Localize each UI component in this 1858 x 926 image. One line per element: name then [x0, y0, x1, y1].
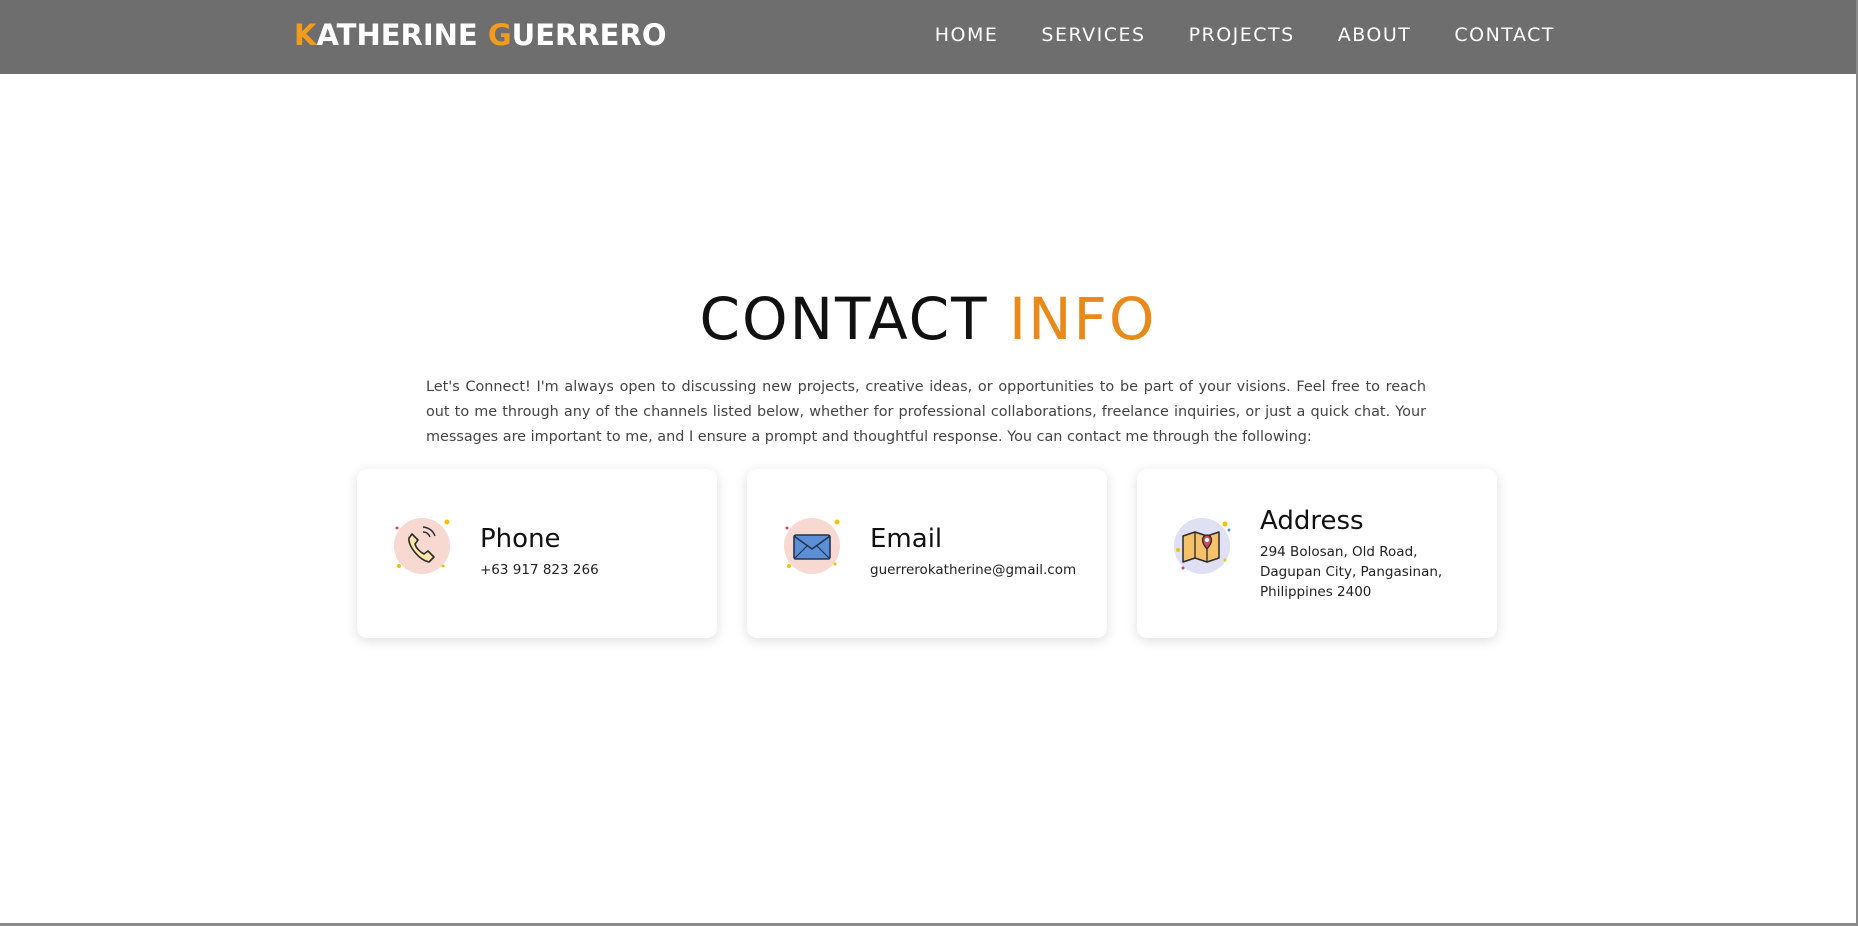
envelope-icon [783, 516, 845, 578]
brand-logo[interactable]: KATHERINE GUERRERO [294, 18, 666, 52]
brand-first-rest: ATHERINE [316, 18, 488, 52]
section-title: CONTACT INFO [0, 285, 1856, 353]
email-address[interactable]: guerrerokatherine@gmail.com [870, 560, 1076, 580]
intro-paragraph: Let's Connect! I'm always open to discus… [426, 379, 1426, 445]
address-text: 294 Bolosan, Old Road, Dagupan City, Pan… [1260, 542, 1442, 602]
section-title-main: CONTACT [699, 285, 989, 353]
contact-card-phone: Phone +63 917 823 266 [357, 469, 717, 638]
contact-card-title: Phone [480, 524, 561, 554]
contact-card-address: Address 294 Bolosan, Old Road, Dagupan C… [1137, 469, 1497, 638]
map-pin-icon [1173, 516, 1235, 578]
nav-link-projects[interactable]: PROJECTS [1189, 24, 1295, 46]
brand-first-initial: K [294, 18, 317, 52]
phone-icon [393, 516, 455, 578]
contact-card-email-text: Email guerrerokatherine@gmail.com [870, 524, 1076, 580]
address-line: 294 Bolosan, Old Road, [1260, 544, 1418, 560]
brand-last-rest: UERRERO [511, 18, 667, 52]
navbar: KATHERINE GUERRERO HOME SERVICES PROJECT… [0, 0, 1856, 74]
address-line: Dagupan City, Pangasinan, [1260, 564, 1443, 580]
contact-card-address-text: Address 294 Bolosan, Old Road, Dagupan C… [1260, 506, 1442, 602]
contact-card-email: Email guerrerokatherine@gmail.com [747, 469, 1107, 638]
contact-card-phone-text: Phone +63 917 823 266 [480, 524, 599, 580]
main-nav: HOME SERVICES PROJECTS ABOUT CONTACT [935, 24, 1555, 46]
nav-link-about[interactable]: ABOUT [1338, 24, 1412, 46]
section-title-accent: INFO [1008, 285, 1157, 353]
nav-link-home[interactable]: HOME [935, 24, 999, 46]
address-line: Philippines 2400 [1260, 584, 1372, 600]
page: KATHERINE GUERRERO HOME SERVICES PROJECT… [0, 0, 1858, 926]
contact-card-title: Email [870, 524, 943, 554]
brand-last-initial: G [487, 18, 512, 52]
nav-link-contact[interactable]: CONTACT [1454, 24, 1555, 46]
nav-link-services[interactable]: SERVICES [1041, 24, 1145, 46]
phone-number[interactable]: +63 917 823 266 [480, 560, 599, 580]
contact-card-title: Address [1260, 506, 1364, 536]
